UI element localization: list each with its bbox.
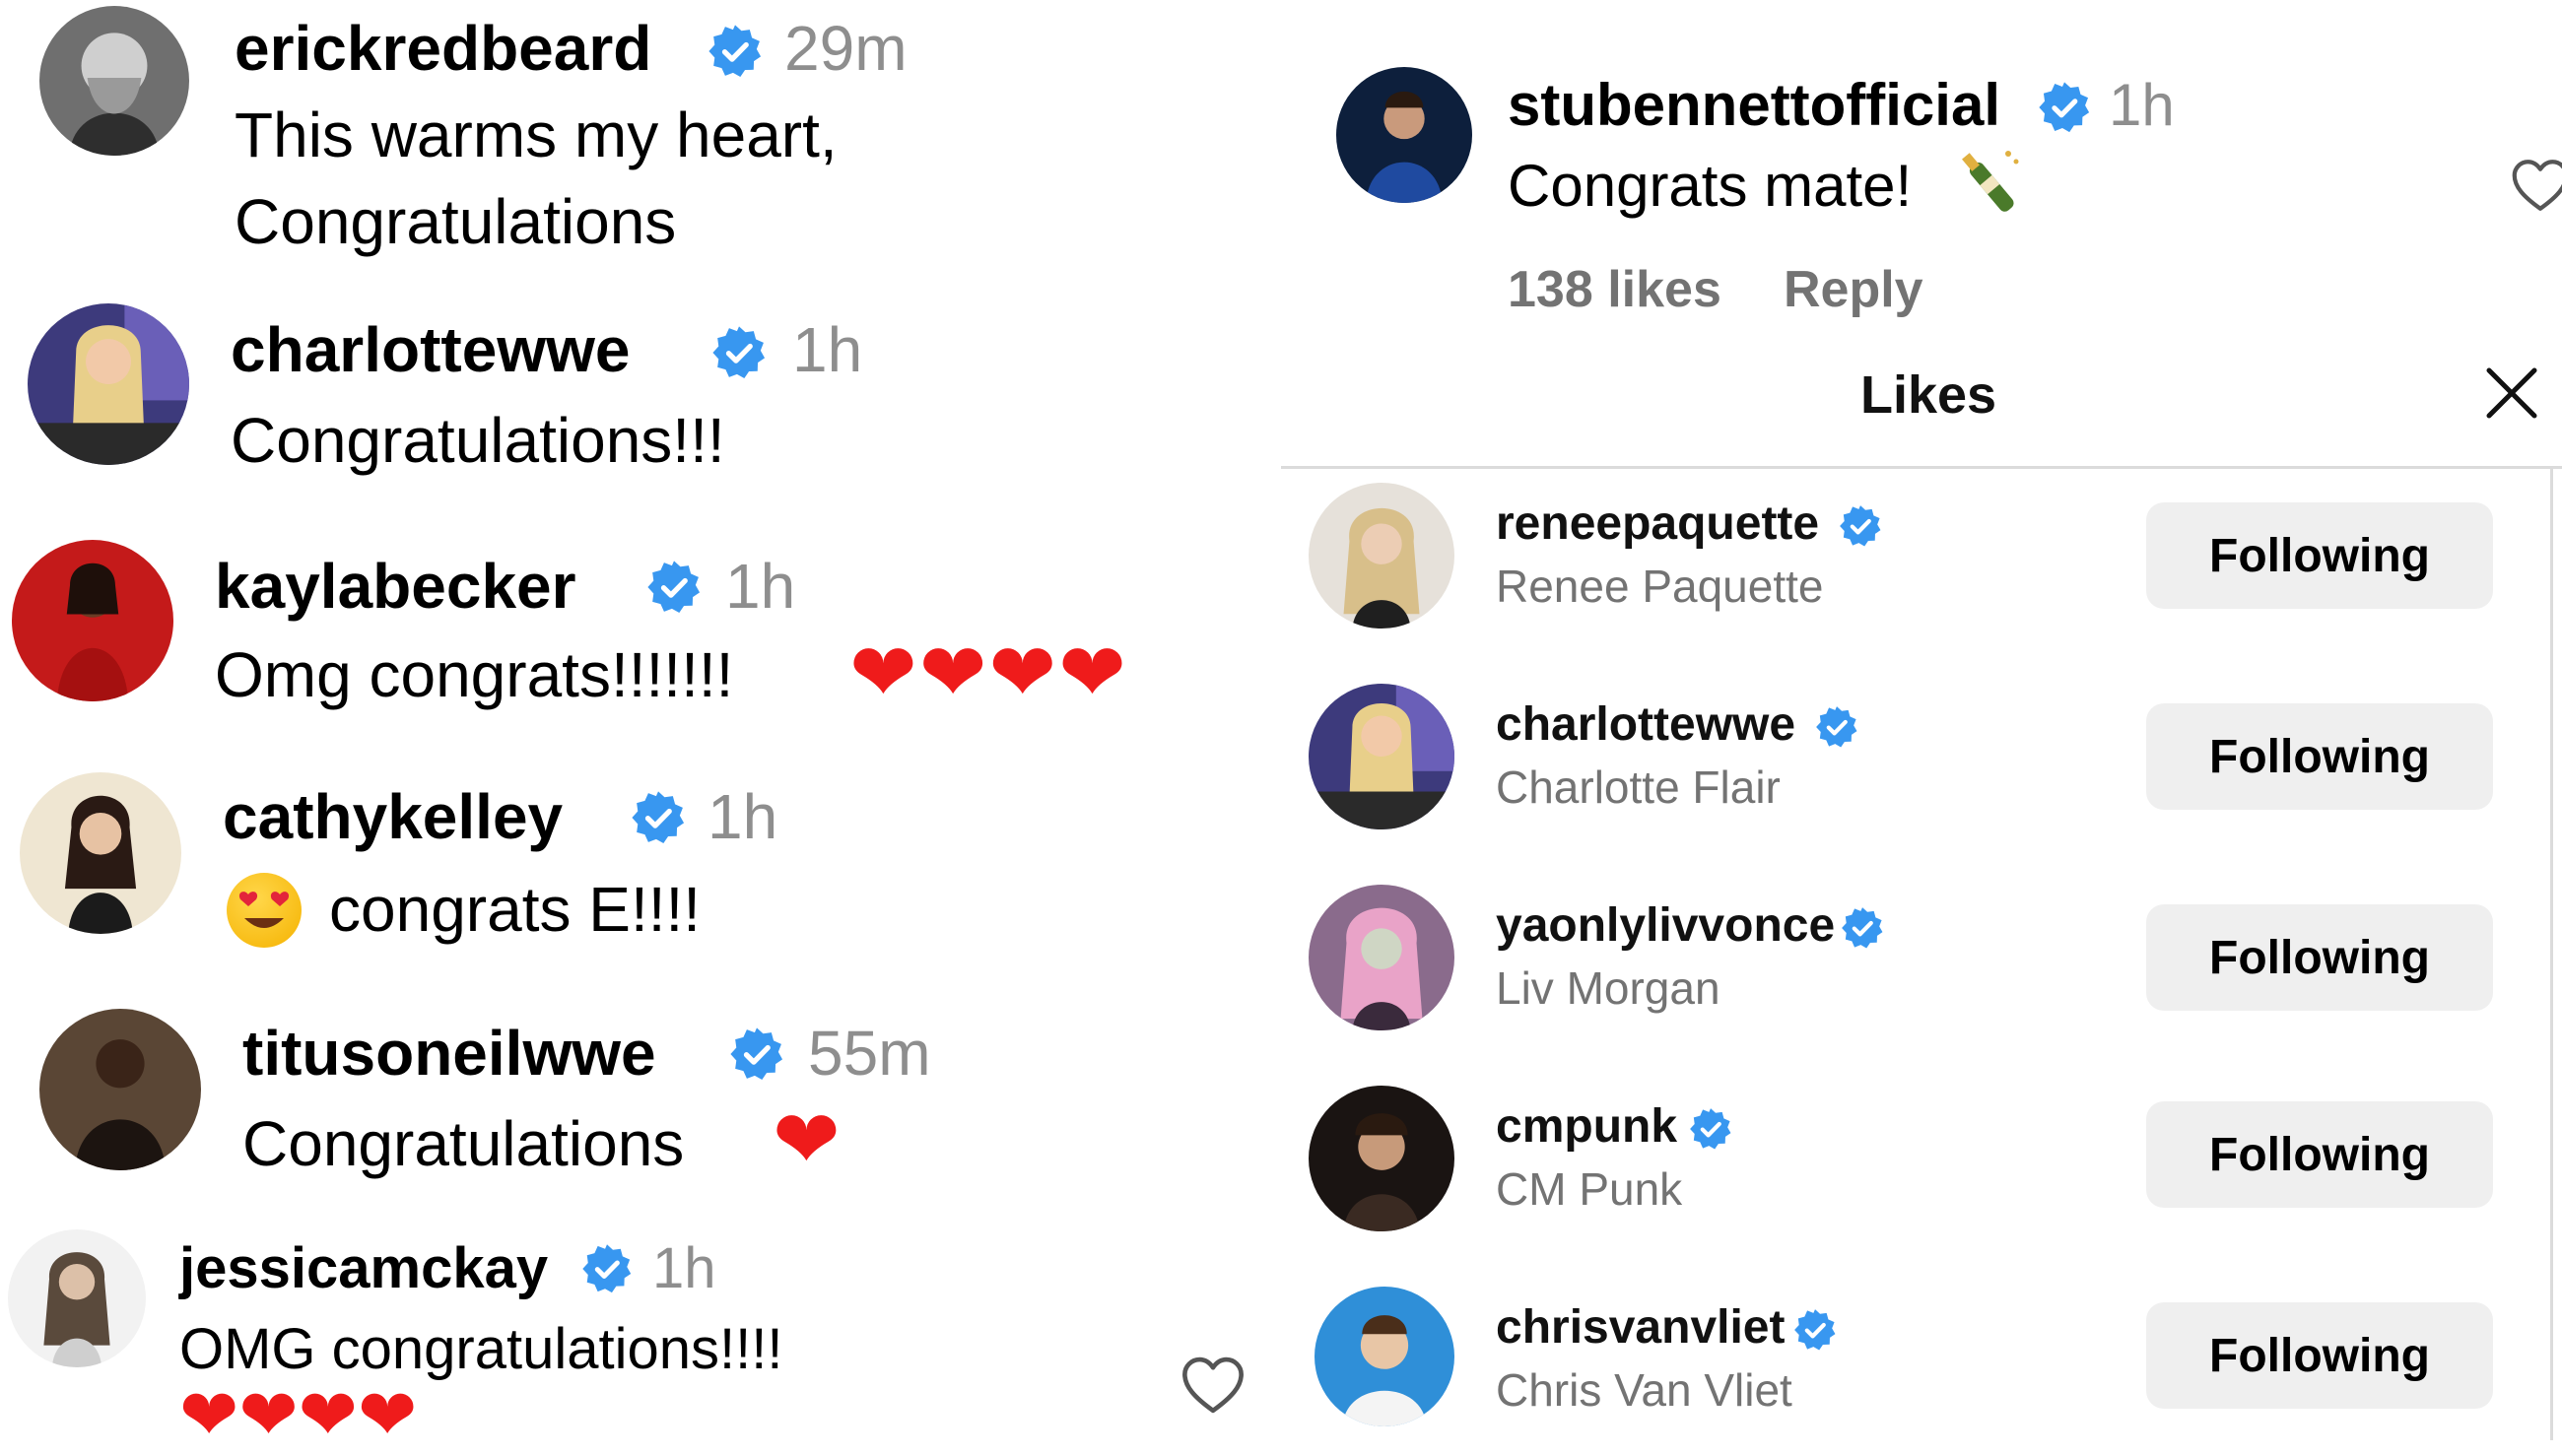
heart-emojis: ❤❤❤❤ — [179, 1376, 418, 1455]
comment-text: Congratulations — [235, 186, 677, 257]
verified-badge-icon — [729, 1026, 784, 1082]
comment-time: 1h — [2109, 72, 2175, 138]
comment-username[interactable]: titusoneilwwe — [242, 1017, 656, 1090]
heart-emojis: ❤ — [773, 1095, 841, 1185]
following-button[interactable]: Following — [2146, 502, 2493, 609]
verified-badge-icon — [1689, 1107, 1732, 1151]
likes-fullname: Liv Morgan — [1496, 962, 1720, 1014]
comment-text: OMG congratulations!!!! — [179, 1317, 783, 1381]
comment-time: 55m — [808, 1018, 931, 1089]
avatar[interactable] — [1315, 1287, 1454, 1426]
comment-time: 1h — [725, 551, 796, 622]
avatar[interactable] — [1309, 1086, 1454, 1231]
avatar[interactable] — [28, 303, 189, 465]
comment-username[interactable]: jessicamckay — [179, 1235, 548, 1301]
heart-emojis: ❤❤❤❤ — [849, 629, 1128, 718]
likes-panel-title: Likes — [1860, 365, 1997, 425]
likes-username[interactable]: yaonlylivvonce — [1496, 898, 1835, 953]
likes-username[interactable]: cmpunk — [1496, 1099, 1677, 1154]
comment-username[interactable]: stubennettofficial — [1508, 71, 2000, 139]
avatar[interactable] — [1309, 483, 1454, 629]
reply-link[interactable]: Reply — [1784, 260, 1923, 319]
comment-time: 1h — [792, 314, 863, 385]
like-heart-icon[interactable] — [1180, 1356, 1246, 1415]
likes-panel-scrollbar[interactable] — [2550, 469, 2553, 1440]
likes-username[interactable]: reneepaquette — [1496, 496, 1819, 551]
avatar[interactable] — [1309, 684, 1454, 829]
likes-username[interactable]: chrisvanvliet — [1496, 1300, 1785, 1355]
following-button[interactable]: Following — [2146, 1101, 2493, 1208]
verified-badge-icon — [1793, 1308, 1837, 1352]
likes-fullname: CM Punk — [1496, 1163, 1683, 1215]
verified-badge-icon — [1815, 705, 1858, 749]
following-button[interactable]: Following — [2146, 904, 2493, 1011]
likes-count[interactable]: 138 likes — [1508, 260, 1721, 319]
avatar[interactable] — [39, 1009, 201, 1170]
avatar[interactable] — [12, 540, 173, 701]
comment-text: Congratulations!!! — [231, 405, 725, 476]
avatar[interactable] — [1309, 885, 1454, 1030]
verified-badge-icon — [581, 1243, 633, 1294]
likes-fullname: Charlotte Flair — [1496, 761, 1781, 813]
verified-badge-icon — [711, 325, 767, 380]
comment-time: 1h — [652, 1236, 716, 1300]
likes-fullname: Chris Van Vliet — [1496, 1364, 1792, 1416]
verified-badge-icon — [631, 790, 686, 845]
comment-time: 29m — [784, 13, 908, 84]
comment-text: Omg congrats!!!!!!! — [215, 639, 734, 710]
verified-badge-icon — [1839, 504, 1882, 548]
heart-eyes-emoji-icon — [227, 873, 302, 948]
verified-badge-icon — [708, 24, 763, 79]
verified-badge-icon — [1841, 906, 1884, 950]
avatar[interactable] — [20, 772, 181, 934]
comment-username[interactable]: cathykelley — [223, 780, 563, 853]
likes-fullname: Renee Paquette — [1496, 561, 1824, 612]
avatar[interactable] — [1336, 67, 1472, 203]
avatar[interactable] — [39, 6, 189, 156]
comment-text: congrats E!!!! — [329, 874, 702, 945]
verified-badge-icon — [2038, 81, 2091, 134]
avatar[interactable] — [8, 1229, 146, 1367]
verified-badge-icon — [646, 560, 702, 615]
following-button[interactable]: Following — [2146, 1302, 2493, 1409]
following-button[interactable]: Following — [2146, 703, 2493, 810]
comment-username[interactable]: charlottewwe — [231, 313, 630, 386]
comment-username[interactable]: erickredbeard — [235, 12, 651, 85]
comment-text: Congrats mate! — [1508, 153, 1913, 219]
champagne-bottle-icon — [1962, 151, 2019, 212]
close-icon[interactable] — [2483, 364, 2540, 422]
likes-username[interactable]: charlottewwe — [1496, 697, 1795, 752]
likes-panel-divider — [1281, 466, 2562, 469]
comment-time: 1h — [708, 781, 778, 852]
comment-text: This warms my heart, — [235, 99, 838, 170]
comment-text: Congratulations — [242, 1108, 685, 1179]
like-heart-icon[interactable] — [2511, 158, 2562, 213]
comment-username[interactable]: kaylabecker — [215, 550, 576, 623]
